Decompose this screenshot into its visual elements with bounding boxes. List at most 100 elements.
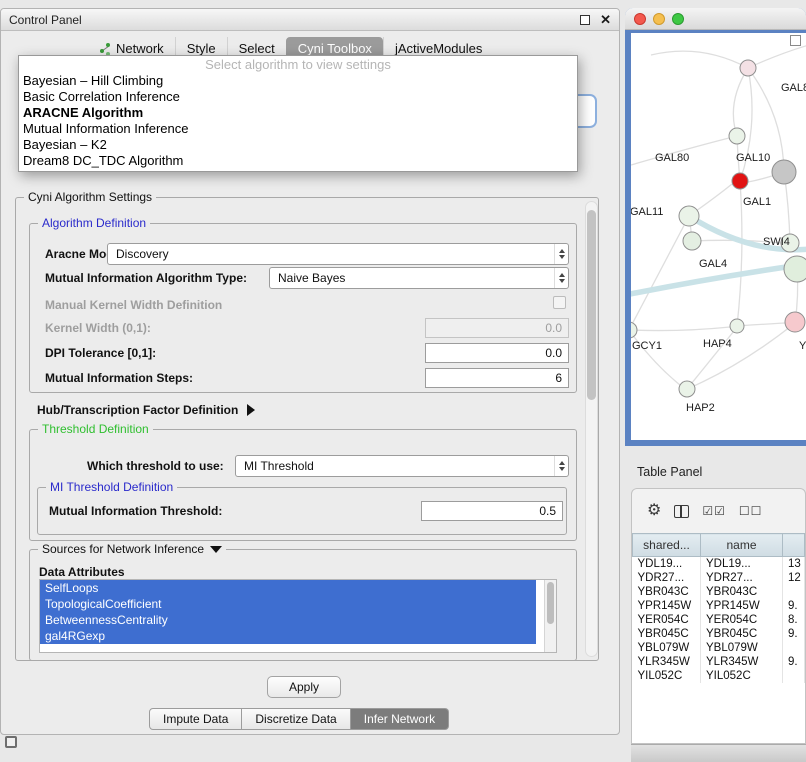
table-cell: YDR27... xyxy=(633,571,701,585)
network-node[interactable] xyxy=(679,206,699,226)
network-edge xyxy=(733,68,748,136)
node-label: SWI4 xyxy=(763,236,790,248)
algorithm-option-dream8-dc-tdc-algorithm[interactable]: Dream8 DC_TDC Algorithm xyxy=(19,153,577,169)
attributes-scrollbar-thumb[interactable] xyxy=(547,582,554,624)
unchecked-boxes-icon[interactable]: ☐☐ xyxy=(739,505,763,517)
close-window-icon[interactable]: ✕ xyxy=(600,13,611,26)
table-row[interactable]: YIL052CYIL052C xyxy=(633,669,805,683)
attribute-item-selfloops[interactable]: SelfLoops xyxy=(40,580,536,596)
checked-boxes-icon[interactable]: ☑☑ xyxy=(702,505,726,517)
mi-algorithm-type-label: Mutual Information Algorithm Type: xyxy=(45,271,247,285)
dpi-tolerance-label: DPI Tolerance [0,1]: xyxy=(45,346,156,360)
network-node[interactable] xyxy=(679,381,695,397)
network-node[interactable] xyxy=(785,312,805,332)
algorithm-definition-title: Algorithm Definition xyxy=(38,216,150,230)
which-threshold-select[interactable]: MI Threshold xyxy=(235,455,569,477)
network-window-titlebar[interactable] xyxy=(625,8,806,30)
network-node[interactable] xyxy=(683,232,701,250)
zoom-traffic-light[interactable] xyxy=(672,13,684,25)
table-row[interactable]: YBR043CYBR043C xyxy=(633,585,805,599)
table-cell: YLR345W xyxy=(701,655,783,669)
aracne-mode-select[interactable]: Discovery xyxy=(107,243,569,265)
table-cell: 9. xyxy=(783,627,805,641)
tab-label: Cyni Toolbox xyxy=(298,41,372,56)
settings-scrollbar[interactable] xyxy=(585,201,598,657)
settings-scrollbar-thumb[interactable] xyxy=(587,210,596,400)
table-row[interactable]: YDL19...YDL19...13 xyxy=(633,557,805,572)
threshold-definition-title: Threshold Definition xyxy=(38,422,153,436)
column-header-col-3[interactable] xyxy=(783,534,805,557)
table-row[interactable]: YLR345WYLR345W9. xyxy=(633,655,805,669)
birdseye-toggle-checkbox[interactable] xyxy=(790,35,801,46)
bottom-tab-impute-data[interactable]: Impute Data xyxy=(149,708,242,730)
hub-definition-label: Hub/Transcription Factor Definition xyxy=(37,403,238,417)
algorithm-option-basic-correlation-inference[interactable]: Basic Correlation Inference xyxy=(19,89,577,105)
control-panel-titlebar[interactable]: Control Panel ✕ xyxy=(1,9,619,31)
network-node[interactable] xyxy=(784,256,806,282)
network-edge xyxy=(631,216,689,330)
data-attributes-listbox[interactable]: SelfLoopsTopologicalCoefficientBetweenne… xyxy=(39,579,557,653)
network-node[interactable] xyxy=(631,322,637,338)
table-row[interactable]: YER054CYER054C8. xyxy=(633,613,805,627)
apply-button[interactable]: Apply xyxy=(267,676,341,698)
algorithm-option-mutual-information-inference[interactable]: Mutual Information Inference xyxy=(19,121,577,137)
table-row[interactable]: YBR045CYBR045C9. xyxy=(633,627,805,641)
panel-toggle-icon[interactable] xyxy=(5,736,17,748)
attribute-item-betweennesscentrality[interactable]: BetweennessCentrality xyxy=(40,612,536,628)
algorithm-option-bayesian-hill-climbing[interactable]: Bayesian – Hill Climbing xyxy=(19,73,577,89)
network-edge xyxy=(651,51,748,68)
network-icon xyxy=(100,43,111,54)
table-panel-bottom-bar xyxy=(631,744,806,762)
window-title: Control Panel xyxy=(9,13,82,27)
dpi-tolerance-field[interactable]: 0.0 xyxy=(425,343,569,363)
table-panel-title: Table Panel xyxy=(637,465,702,479)
node-table: shared...name YDL19...YDL19...13YDR27...… xyxy=(632,533,805,683)
table-row[interactable]: YDR27...YDR27...12 xyxy=(633,571,805,585)
node-label: GAL8 xyxy=(781,82,806,94)
data-attributes-label: Data Attributes xyxy=(39,565,125,579)
sources-expander[interactable]: Sources for Network Inference xyxy=(38,542,226,556)
hub-definition-expander[interactable]: Hub/Transcription Factor Definition xyxy=(37,402,255,418)
network-edge xyxy=(740,68,752,181)
float-window-icon[interactable] xyxy=(580,15,590,25)
table-row[interactable]: YPR145WYPR145W9. xyxy=(633,599,805,613)
network-node[interactable] xyxy=(732,173,748,189)
attribute-item-topologicalcoefficient[interactable]: TopologicalCoefficient xyxy=(40,596,536,612)
table-cell: YBL079W xyxy=(633,641,701,655)
node-label: HAP2 xyxy=(686,402,715,414)
bottom-tab-infer-network[interactable]: Infer Network xyxy=(351,708,449,730)
combo-stepper-icon xyxy=(554,268,568,288)
column-header-name[interactable]: name xyxy=(701,534,783,557)
which-threshold-label: Which threshold to use: xyxy=(87,459,224,473)
network-node[interactable] xyxy=(740,60,756,76)
node-label: GAL11 xyxy=(631,206,663,218)
node-label: GCY1 xyxy=(632,340,662,352)
aracne-mode-value: Discovery xyxy=(116,247,169,261)
bottom-tab-discretize-data[interactable]: Discretize Data xyxy=(242,708,350,730)
tab-label: jActiveModules xyxy=(395,41,482,56)
mi-threshold-field[interactable]: 0.5 xyxy=(421,501,563,521)
network-canvas[interactable]: GAL8GAL80GAL10GAL11GAL1SWI4GAL4GCY1HAP4Y… xyxy=(631,33,806,440)
network-node[interactable] xyxy=(730,319,744,333)
algorithm-dropdown-popup: Select algorithm to view settings Bayesi… xyxy=(18,55,578,172)
attribute-item-gal4rgexp[interactable]: gal4RGexp xyxy=(40,628,536,644)
network-edge xyxy=(631,327,730,331)
table-row[interactable]: YBL079WYBL079W xyxy=(633,641,805,655)
gear-icon[interactable]: ⚙ xyxy=(647,503,661,519)
algorithm-option-bayesian-k2[interactable]: Bayesian – K2 xyxy=(19,137,577,153)
algorithm-option-aracne-algorithm[interactable]: ARACNE Algorithm xyxy=(19,105,577,121)
network-edge xyxy=(631,330,680,385)
attributes-scrollbar[interactable] xyxy=(544,580,556,652)
network-node[interactable] xyxy=(729,128,745,144)
network-canvas-svg[interactable]: GAL8GAL80GAL10GAL11GAL1SWI4GAL4GCY1HAP4Y… xyxy=(631,33,806,440)
column-header-shared[interactable]: shared... xyxy=(633,534,701,557)
column-selector-icon[interactable] xyxy=(674,505,689,518)
mi-algorithm-type-select[interactable]: Naive Bayes xyxy=(269,267,569,289)
mi-steps-field[interactable]: 6 xyxy=(425,368,569,388)
mi-steps-value: 6 xyxy=(555,371,562,385)
network-edge xyxy=(687,323,795,389)
network-node[interactable] xyxy=(772,160,796,184)
dpi-tolerance-value: 0.0 xyxy=(545,346,562,360)
close-traffic-light[interactable] xyxy=(634,13,646,25)
minimize-traffic-light[interactable] xyxy=(653,13,665,25)
